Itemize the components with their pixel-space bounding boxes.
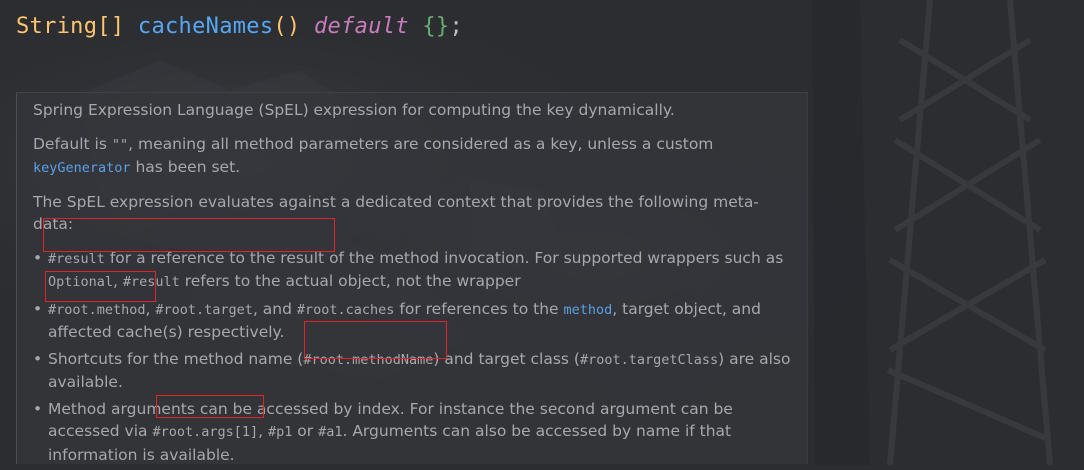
code-a1: #a1 xyxy=(318,424,343,440)
code-root-target: #root.target xyxy=(155,301,253,318)
keygenerator-link[interactable]: keyGenerator xyxy=(33,160,131,176)
code-optional: Optional xyxy=(48,274,114,290)
meta-data-list: #result for a reference to the result of… xyxy=(33,247,797,467)
code-default-keyword: default xyxy=(314,14,409,39)
list-item-root-method: #root.method, #root.target, and #root.ca… xyxy=(33,298,797,344)
doc-default-paragraph: Default is "", meaning all method parame… xyxy=(33,134,714,177)
code-result-2: #result xyxy=(122,274,180,290)
code-parens: () xyxy=(273,14,301,39)
code-semicolon: ; xyxy=(449,14,464,39)
doc-summary: Spring Expression Language (SpEL) expres… xyxy=(33,101,675,119)
doc-empty-string-code: "" xyxy=(111,136,129,153)
code-method-name[interactable]: cacheNames xyxy=(138,14,273,39)
code-root-caches: #root.caches xyxy=(296,301,395,318)
code-root-method: #root.method xyxy=(48,301,146,318)
code-root-args: #root.args[1] xyxy=(152,424,259,440)
list-item-result: #result for a reference to the result of… xyxy=(33,247,797,294)
list-item-arguments: Method arguments can be accessed by inde… xyxy=(33,398,797,467)
method-link[interactable]: method xyxy=(564,302,613,318)
code-declaration-line[interactable]: String[] cacheNames() default {}; xyxy=(16,14,463,39)
code-result: #result xyxy=(48,250,105,267)
list-item-shortcuts: Shortcuts for the method name (#root.met… xyxy=(33,348,797,394)
code-p1: #p1 xyxy=(267,424,293,440)
code-return-type: String[] xyxy=(16,14,125,39)
doc-context-paragraph: The SpEL expression evaluates against a … xyxy=(33,192,759,234)
code-root-methodname: #root.methodName xyxy=(303,351,434,368)
code-braces: {} xyxy=(422,14,450,39)
documentation-popup: Spring Expression Language (SpEL) expres… xyxy=(16,92,808,464)
code-root-targetclass: #root.targetClass xyxy=(579,351,719,368)
documentation-body: Spring Expression Language (SpEL) expres… xyxy=(33,99,797,470)
